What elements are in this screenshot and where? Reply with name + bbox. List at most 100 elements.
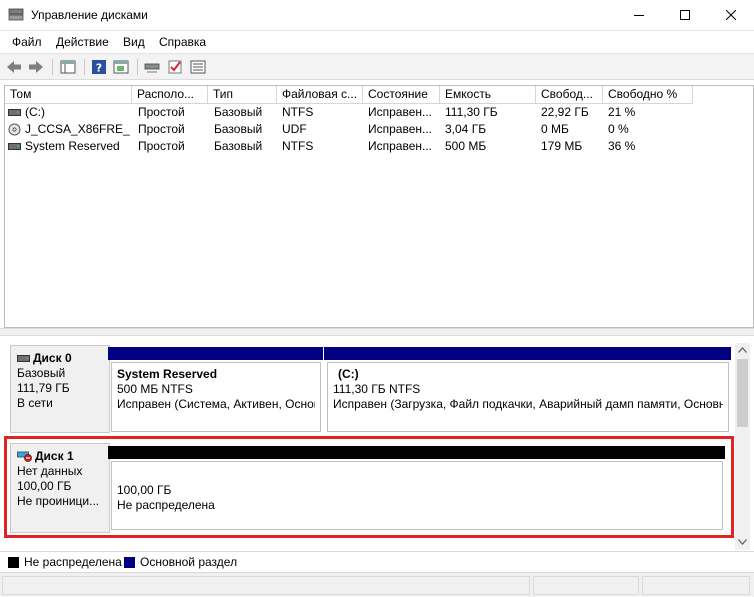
scrollbar-thumb[interactable] <box>737 359 748 427</box>
volume-status: Исправен... <box>368 139 433 153</box>
volume-name: J_CCSA_X86FRE_R... <box>25 122 130 136</box>
scroll-up-icon[interactable] <box>738 347 747 353</box>
status-pane <box>533 576 639 595</box>
list-view-icon <box>190 60 206 74</box>
disk-0-label[interactable]: Диск 0 Базовый 111,79 ГБ В сети <box>10 345 110 433</box>
back-button[interactable] <box>5 58 23 76</box>
disk-status: В сети <box>17 396 53 410</box>
menu-help[interactable]: Справка <box>159 35 206 49</box>
partition-size: 111,30 ГБ NTFS <box>333 382 421 396</box>
volume-layout: Простой <box>138 122 185 136</box>
column-volume[interactable]: Том <box>5 86 132 104</box>
close-button[interactable] <box>708 0 754 30</box>
console-tree-button[interactable] <box>59 58 77 76</box>
status-pane <box>2 576 530 595</box>
column-percent-free[interactable]: Свободно % <box>603 86 693 104</box>
volume-filesystem: NTFS <box>282 105 314 119</box>
legend-label-unallocated: Не распределена <box>24 555 122 569</box>
toolbar-separator <box>84 59 85 75</box>
volume-capacity: 500 МБ <box>445 139 487 153</box>
column-type[interactable]: Тип <box>208 86 277 104</box>
status-pane <box>642 576 750 595</box>
partition-status: Исправен (Система, Активен, Основ <box>117 397 315 411</box>
pane-splitter[interactable] <box>0 328 754 336</box>
volume-capacity: 3,04 ГБ <box>445 122 487 136</box>
volume-percent-free: 36 % <box>608 139 636 153</box>
column-layout[interactable]: Располо... <box>132 86 208 104</box>
forward-button[interactable] <box>27 58 45 76</box>
volume-layout: Простой <box>138 105 185 119</box>
scroll-down-icon[interactable] <box>738 539 747 545</box>
disk-size: 111,79 ГБ <box>17 381 70 395</box>
app-icon <box>8 8 24 21</box>
connect-disk-icon <box>144 63 160 73</box>
forward-icon <box>29 61 43 73</box>
volume-percent-free: 0 % <box>608 122 629 136</box>
volume-free-space: 179 МБ <box>541 139 583 153</box>
partition-status: Исправен (Загрузка, Файл подкачки, Авари… <box>333 397 723 411</box>
toolbar-separator <box>137 59 138 75</box>
check-button[interactable] <box>166 58 184 76</box>
partition-system-reserved[interactable]: System Reserved 500 МБ NTFS Исправен (Си… <box>108 347 323 433</box>
close-icon <box>726 10 736 20</box>
menu-action[interactable]: Действие <box>56 35 109 49</box>
properties-button[interactable] <box>112 58 130 76</box>
disk-type: Базовый <box>17 366 66 380</box>
volume-layout: Простой <box>138 139 185 153</box>
column-status[interactable]: Состояние <box>363 86 440 104</box>
volume-type: Базовый <box>214 122 263 136</box>
menu-view[interactable]: Вид <box>123 35 145 49</box>
back-icon <box>7 61 21 73</box>
volume-list[interactable]: Том Располо... Тип Файловая с... Состоян… <box>4 85 754 328</box>
toolbar-separator <box>52 59 53 75</box>
partition-size: 500 МБ NTFS <box>117 382 193 396</box>
volume-icon <box>8 143 21 150</box>
volume-free-space: 0 МБ <box>541 122 569 136</box>
window-title: Управление дисками <box>31 8 148 22</box>
partition-band <box>324 347 731 360</box>
volume-percent-free: 21 % <box>608 105 636 119</box>
volume-free-space: 22,92 ГБ <box>541 105 589 119</box>
disk-icon <box>17 355 30 362</box>
legend: Не распределена Основной раздел <box>0 551 754 571</box>
minimize-icon <box>634 15 644 16</box>
help-icon: ? <box>92 60 106 75</box>
partition-title: System Reserved <box>117 367 218 381</box>
menu-bar: Файл Действие Вид Справка <box>0 31 754 53</box>
column-filesystem[interactable]: Файловая с... <box>277 86 363 104</box>
disk-1-highlight <box>4 436 734 538</box>
maximize-button[interactable] <box>662 0 708 30</box>
legend-swatch-unallocated <box>8 557 19 568</box>
legend-swatch-primary <box>124 557 135 568</box>
maximize-icon <box>680 10 690 20</box>
partition-band <box>108 347 323 360</box>
volume-capacity: 111,30 ГБ <box>445 105 498 119</box>
volume-status: Исправен... <box>368 105 433 119</box>
partition-title: (C:) <box>338 367 359 381</box>
list-view-button[interactable] <box>189 58 207 76</box>
column-capacity[interactable]: Емкость <box>440 86 536 104</box>
disk-name: Диск 0 <box>33 351 72 365</box>
volume-filesystem: UDF <box>282 122 307 136</box>
volume-name: (C:) <box>25 105 45 119</box>
cd-icon <box>8 123 21 136</box>
svg-text:?: ? <box>96 62 102 75</box>
volume-filesystem: NTFS <box>282 139 314 153</box>
properties-icon <box>113 60 129 74</box>
minimize-button[interactable] <box>616 0 662 30</box>
column-free-space[interactable]: Свобод... <box>536 86 603 104</box>
help-button[interactable]: ? <box>90 58 108 76</box>
menu-file[interactable]: Файл <box>12 35 42 49</box>
legend-label-primary: Основной раздел <box>140 555 238 569</box>
status-bar <box>0 572 754 597</box>
connect-disk-button[interactable] <box>143 58 161 76</box>
volume-icon <box>8 109 21 116</box>
toolbar: ? <box>0 53 754 80</box>
title-bar: Управление дисками <box>0 0 754 31</box>
volume-type: Базовый <box>214 139 263 153</box>
vertical-scrollbar[interactable] <box>735 343 750 550</box>
volume-status: Исправен... <box>368 122 433 136</box>
partition-c[interactable]: (C:) 111,30 ГБ NTFS Исправен (Загрузка, … <box>324 347 731 433</box>
console-tree-icon <box>60 60 76 74</box>
volume-name: System Reserved <box>25 139 120 153</box>
